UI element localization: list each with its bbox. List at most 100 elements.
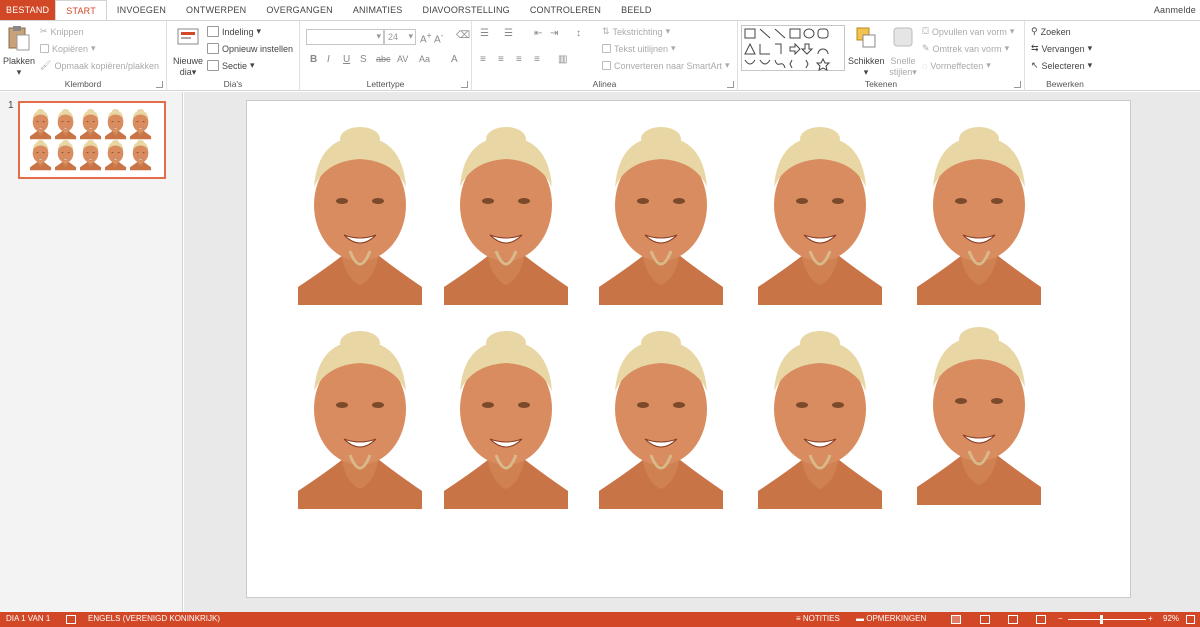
reset-button[interactable]: Opnieuw instellen [207, 43, 293, 54]
comments-label: OPMERKINGEN [866, 614, 927, 623]
reading-view-icon[interactable] [1008, 615, 1018, 624]
portrait-photo [80, 109, 102, 140]
tab-ontwerpen[interactable]: ONTWERPEN [176, 0, 256, 20]
paste-button[interactable]: Plakken ▾ [2, 25, 36, 78]
notes-icon: ≡ [796, 614, 803, 623]
align-left-icon[interactable]: ≡ [480, 54, 486, 65]
language-indicator[interactable]: ENGELS (VERENIGD KONINKRIJK) [88, 614, 220, 623]
powerpoint-window: BESTAND START INVOEGEN ONTWERPEN OVERGAN… [0, 0, 1200, 627]
tab-start[interactable]: START [55, 0, 107, 21]
strikethrough-button[interactable]: abc [376, 54, 391, 64]
shapes-gallery[interactable] [741, 25, 845, 71]
thumbnail-photo-grid [30, 109, 152, 171]
align-text-label: Tekst uitlijnen [614, 43, 669, 54]
comments-button[interactable]: ▬ OPMERKINGEN [856, 614, 926, 623]
cut-button[interactable]: ✂ Knippen [40, 26, 84, 37]
portrait-photo [30, 109, 52, 140]
clear-format-icon[interactable]: ⌫ [456, 30, 470, 41]
zoom-slider[interactable] [1068, 619, 1146, 620]
normal-view-icon[interactable] [951, 615, 961, 624]
grow-font-icon[interactable]: A+ [420, 30, 432, 45]
spellcheck-icon[interactable] [66, 615, 76, 624]
chevron-down-icon: ▾ [250, 60, 255, 70]
format-painter-button[interactable]: 🖌 Opmaak kopiëren/plakken [40, 60, 159, 71]
tab-overgangen[interactable]: OVERGANGEN [256, 0, 343, 20]
notes-button[interactable]: ≡ NOTITIES [796, 614, 840, 623]
chevron-down-icon: ▾ [91, 43, 96, 53]
line-spacing-icon[interactable]: ↕ [576, 28, 581, 39]
status-bar: DIA 1 VAN 1 ENGELS (VERENIGD KONINKRIJK)… [0, 612, 1200, 627]
text-direction-icon: ⇅ [602, 26, 610, 36]
layout-button[interactable]: Indeling ▾ [207, 26, 261, 37]
quick-styles-label-1: Snelle [890, 56, 916, 66]
smartart-button[interactable]: Converteren naar SmartArt ▾ [602, 60, 730, 71]
zoom-slider-thumb[interactable] [1100, 615, 1103, 624]
zoom-in-button[interactable]: + [1148, 614, 1153, 623]
portrait-photo [917, 327, 1041, 505]
numbering-icon[interactable]: ☰ [504, 28, 513, 39]
align-right-icon[interactable]: ≡ [516, 54, 522, 65]
ribbon-tabbar: BESTAND START INVOEGEN ONTWERPEN OVERGAN… [0, 0, 1200, 21]
quick-styles-button[interactable]: Snelle stijlen▾ [886, 25, 920, 78]
tab-beeld[interactable]: BEELD [611, 0, 662, 20]
copy-button[interactable]: Kopiëren ▾ [40, 43, 96, 54]
shape-effects-button[interactable]: ◌ Vormeffecten ▾ [922, 60, 991, 71]
shape-fill-button[interactable]: ⛋ Opvullen van vorm ▾ [922, 26, 1014, 37]
slideshow-icon[interactable] [1036, 615, 1046, 624]
dialog-launcher-icon[interactable] [156, 81, 163, 88]
dialog-launcher-icon[interactable] [1014, 81, 1021, 88]
slide-sorter-icon[interactable] [980, 615, 990, 624]
shadow-button[interactable]: S [360, 54, 367, 65]
fit-to-window-icon[interactable] [1186, 615, 1195, 624]
slide-canvas[interactable] [246, 100, 1131, 598]
justify-icon[interactable]: ≡ [534, 54, 540, 65]
group-tekenen: Schikken ▾ Snelle stijlen▾ ⛋ Opvullen van v… [738, 21, 1025, 91]
arrange-button[interactable]: Schikken ▾ [848, 25, 885, 78]
slide-thumbnail[interactable] [18, 101, 166, 179]
replace-label: Vervangen [1041, 43, 1085, 54]
shape-outline-label: Omtrek van vorm [932, 43, 1002, 54]
shape-outline-button[interactable]: ✎ Omtrek van vorm ▾ [922, 43, 1009, 54]
align-text-button[interactable]: Tekst uitlijnen ▾ [602, 43, 676, 54]
text-direction-button[interactable]: ⇅ Tekstrichting ▾ [602, 26, 670, 37]
increase-indent-icon[interactable]: ⇥ [550, 28, 558, 39]
shrink-font-icon[interactable]: A- [434, 30, 443, 45]
tab-controleren[interactable]: CONTROLEREN [520, 0, 611, 20]
slide-number: 1 [8, 100, 14, 111]
font-name-combo[interactable]: ▾ [306, 29, 384, 45]
font-size-value: 24 [388, 32, 399, 42]
chevron-down-icon: ▾ [1087, 60, 1093, 70]
replace-button[interactable]: ⇆ Vervangen ▾ [1031, 43, 1092, 54]
find-button[interactable]: ⚲ Zoeken [1031, 26, 1071, 37]
smartart-label: Converteren naar SmartArt [614, 60, 723, 71]
sign-in-link[interactable]: Aanmelde [1144, 0, 1200, 20]
decrease-indent-icon[interactable]: ⇤ [534, 28, 542, 39]
tab-animaties[interactable]: ANIMATIES [343, 0, 413, 20]
portrait-photo [599, 331, 723, 509]
tab-bestand[interactable]: BESTAND [0, 0, 56, 20]
italic-button[interactable]: I [327, 54, 330, 65]
tab-diavoorstelling[interactable]: DIAVOORSTELLING [413, 0, 520, 20]
chevron-down-icon: ▾ [863, 67, 869, 77]
underline-button[interactable]: U [343, 54, 350, 65]
tab-invoegen[interactable]: INVOEGEN [107, 0, 176, 20]
change-case-button[interactable]: Aa [419, 54, 430, 64]
dialog-launcher-icon[interactable] [727, 81, 734, 88]
font-color-button[interactable]: A [451, 54, 458, 65]
portrait-photo [105, 140, 127, 171]
char-spacing-button[interactable]: AV [397, 54, 408, 64]
zoom-level[interactable]: 92% [1163, 614, 1179, 623]
align-text-icon [602, 44, 611, 53]
bold-button[interactable]: B [310, 54, 317, 65]
zoom-out-button[interactable]: − [1058, 614, 1063, 623]
dialog-launcher-icon[interactable] [461, 81, 468, 88]
bullets-icon[interactable]: ☰ [480, 28, 489, 39]
font-size-combo[interactable]: 24 ▾ [384, 29, 416, 45]
select-button[interactable]: ↖ Selecteren ▾ [1031, 60, 1092, 71]
columns-icon[interactable]: ▥ [558, 54, 567, 65]
new-slide-button[interactable]: Nieuwe dia▾ [171, 25, 205, 78]
section-button[interactable]: Sectie ▾ [207, 60, 255, 71]
align-center-icon[interactable]: ≡ [498, 54, 504, 65]
group-label-tekenen: Tekenen [864, 79, 898, 89]
new-slide-icon [177, 28, 199, 45]
